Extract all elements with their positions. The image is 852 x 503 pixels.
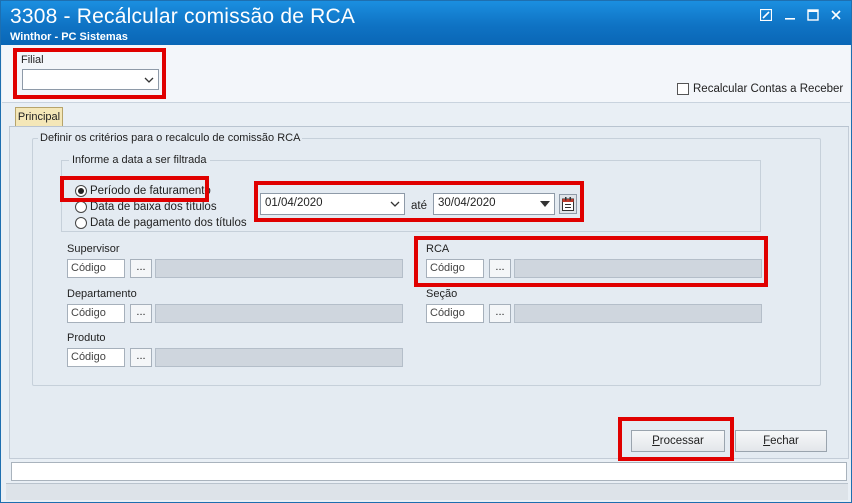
supervisor-description (155, 259, 403, 278)
secao-code-input[interactable]: Código (426, 304, 484, 323)
chevron-down-icon (390, 201, 400, 207)
app-window: 3308 - Recálcular comissão de RCA Wintho… (0, 0, 852, 503)
supervisor-label: Supervisor (67, 243, 120, 255)
produto-label: Produto (67, 332, 106, 344)
radio-data-baixa[interactable]: Data de baixa dos títulos (75, 201, 217, 213)
filial-select[interactable] (22, 69, 159, 90)
minimize-icon[interactable] (781, 7, 799, 23)
radio-label: Período de faturamento (90, 185, 211, 197)
produto-code-input[interactable]: Código (67, 348, 125, 367)
criteria-legend: Definir os critérios para o recalculo de… (38, 132, 303, 144)
checkbox-box[interactable] (677, 83, 689, 95)
fechar-label: echar (770, 435, 799, 447)
date-to-value: 30/04/2020 (438, 197, 496, 209)
radio-label: Data de baixa dos títulos (90, 201, 217, 213)
window-subtitle: Winthor - PC Sistemas (10, 31, 128, 43)
recalcular-contas-checkbox[interactable]: Recalcular Contas a Receber (677, 83, 843, 95)
date-filter-legend: Informe a data a ser filtrada (69, 154, 210, 166)
secao-lookup-button[interactable]: ... (489, 304, 511, 323)
filial-label: Filial (21, 54, 44, 66)
departamento-code-input[interactable]: Código (67, 304, 125, 323)
supervisor-code-input[interactable]: Código (67, 259, 125, 278)
secao-description (514, 304, 762, 323)
rca-lookup-button[interactable]: ... (489, 259, 511, 278)
chevron-down-icon (144, 77, 154, 83)
rca-description (514, 259, 762, 278)
radio-button[interactable] (75, 185, 87, 197)
tab-strip (2, 103, 850, 127)
fechar-button[interactable]: Fechar (735, 430, 827, 452)
supervisor-lookup-button[interactable]: ... (130, 259, 152, 278)
secao-label: Seção (426, 288, 458, 300)
maximize-icon[interactable] (804, 7, 822, 23)
radio-button[interactable] (75, 217, 87, 229)
departamento-lookup-button[interactable]: ... (130, 304, 152, 323)
produto-lookup-button[interactable]: ... (130, 348, 152, 367)
recalcular-contas-label: Recalcular Contas a Receber (693, 83, 844, 95)
ate-label: até (411, 200, 427, 212)
dropdown-arrow-icon (540, 201, 550, 207)
calendar-button[interactable] (559, 194, 577, 214)
processar-hotkey: P (652, 435, 660, 447)
rca-code-input[interactable]: Código (426, 259, 484, 278)
processar-button[interactable]: Processar (631, 430, 725, 452)
processar-label: rocessar (659, 435, 704, 447)
rca-label: RCA (426, 243, 450, 255)
tab-principal[interactable]: Principal (15, 107, 63, 127)
date-from-picker[interactable]: 01/04/2020 (260, 193, 405, 215)
departamento-label: Departamento (67, 288, 137, 300)
departamento-description (155, 304, 403, 323)
calendar-icon (562, 197, 574, 211)
edit-window-icon[interactable] (757, 7, 775, 23)
title-bar: 3308 - Recálcular comissão de RCA Wintho… (1, 1, 851, 45)
date-to-picker[interactable]: 30/04/2020 (433, 193, 555, 215)
status-bar (11, 462, 847, 481)
radio-periodo-faturamento[interactable]: Período de faturamento (75, 185, 211, 197)
radio-button[interactable] (75, 201, 87, 213)
produto-description (155, 348, 403, 367)
window-title: 3308 - Recálcular comissão de RCA (10, 5, 356, 28)
status-bar-bottom (6, 483, 848, 500)
radio-label: Data de pagamento dos títulos (90, 217, 247, 229)
radio-data-pagamento[interactable]: Data de pagamento dos títulos (75, 217, 247, 229)
date-from-value: 01/04/2020 (265, 197, 323, 209)
close-icon[interactable] (827, 7, 845, 23)
